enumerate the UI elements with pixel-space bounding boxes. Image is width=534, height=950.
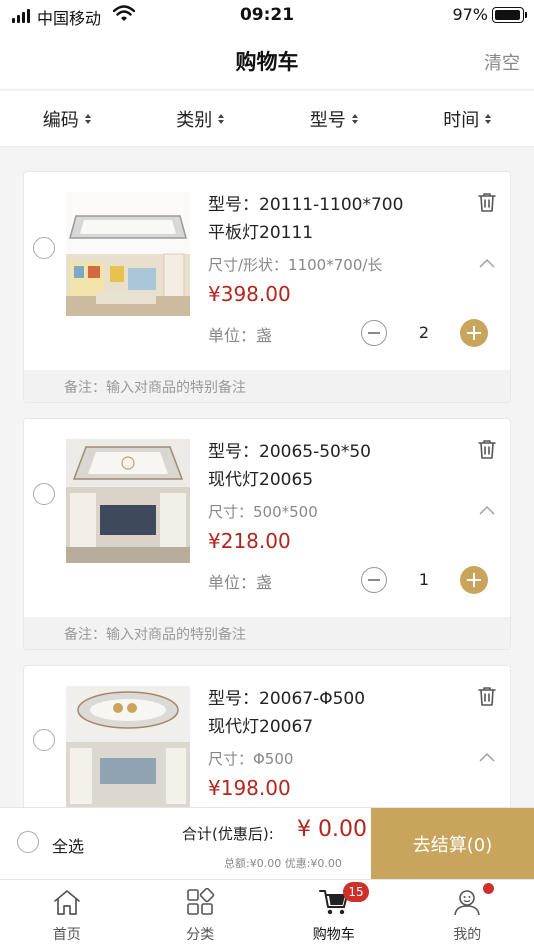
trash-icon[interactable] — [478, 686, 496, 710]
tab-label: 我的 — [453, 927, 482, 943]
home-icon — [52, 888, 82, 920]
item-select-checkbox[interactable] — [33, 729, 55, 751]
category-icon — [185, 887, 215, 920]
checkout-bar: 全选 合计(优惠后): ¥ 0.00 总额:¥0.00 优惠:¥0.00 去结算… — [0, 807, 534, 880]
round-ceiling-lamp-photo[interactable] — [66, 686, 190, 807]
item-select-checkbox[interactable] — [33, 237, 55, 259]
item-note-input[interactable]: 备注：输入对商品的特别备注 — [24, 617, 510, 649]
product-name[interactable]: 现代灯20065 — [208, 465, 313, 490]
product-name[interactable]: 平板灯20111 — [208, 218, 313, 243]
battery-percent: 97% — [452, 5, 488, 24]
tab-profile[interactable]: 我的 — [401, 880, 534, 950]
tab-label: 首页 — [52, 927, 81, 943]
sort-arrows-icon — [84, 113, 91, 124]
chevron-up-icon[interactable] — [478, 254, 496, 273]
cart-item: 型号：20111-1100*700 平板灯20111 尺寸/形状：1100*70… — [23, 171, 511, 403]
sort-arrows-icon — [351, 113, 358, 124]
checkout-button[interactable]: 去结算(0) — [371, 808, 534, 880]
item-note-input[interactable]: 备注：输入对商品的特别备注 — [24, 370, 510, 402]
total-detail: 总额:¥0.00 优惠:¥0.00 — [224, 857, 342, 870]
cart-count-badge: 15 — [343, 882, 369, 902]
product-size: 尺寸/形状：1100*700/长 — [208, 256, 383, 274]
increase-quantity-button[interactable] — [460, 566, 488, 594]
select-all-label[interactable]: 全选 — [52, 833, 84, 857]
product-model: 型号：20111-1100*700 — [208, 195, 404, 215]
product-unit: 单位：盏 — [208, 573, 273, 592]
page-title: 购物车 — [235, 50, 299, 74]
increase-quantity-button[interactable] — [460, 319, 488, 347]
tab-label: 分类 — [186, 927, 215, 943]
sort-by-model[interactable]: 型号 — [267, 91, 401, 146]
product-name[interactable]: 现代灯20067 — [208, 712, 313, 737]
sort-label: 型号 — [309, 109, 346, 131]
profile-icon — [452, 888, 482, 920]
decrease-quantity-button[interactable] — [361, 567, 387, 593]
square-ceiling-lamp-photo[interactable] — [66, 439, 190, 563]
cart-item: 型号：20065-50*50 现代灯20065 尺寸：500*500 ¥218.… — [23, 418, 511, 650]
status-bar: 中国移动 09:21 97% — [0, 0, 534, 32]
sort-label: 编码 — [42, 109, 79, 131]
chevron-up-icon[interactable] — [478, 748, 496, 767]
notification-dot — [482, 883, 494, 894]
product-price: ¥218.00 — [208, 529, 291, 553]
product-price: ¥398.00 — [208, 282, 291, 306]
product-unit: 单位：盏 — [208, 326, 273, 345]
tab-cart[interactable]: 15 购物车 — [267, 880, 401, 950]
decrease-quantity-button[interactable] — [361, 320, 387, 346]
total-amount: ¥ 0.00 — [297, 817, 367, 842]
item-select-checkbox[interactable] — [33, 483, 55, 505]
battery-icon — [492, 7, 527, 23]
select-all-checkbox[interactable] — [17, 831, 39, 853]
product-price: ¥198.00 — [208, 776, 291, 800]
sort-label: 时间 — [443, 109, 480, 131]
product-model: 型号：20065-50*50 — [208, 442, 371, 462]
chevron-up-icon[interactable] — [478, 501, 496, 520]
quantity-value: 2 — [418, 323, 430, 342]
sort-bar: 编码 类别 型号 时间 — [0, 91, 534, 147]
trash-icon[interactable] — [478, 439, 496, 463]
product-size: 尺寸：500*500 — [208, 503, 318, 521]
sort-label: 类别 — [176, 109, 213, 131]
nav-bar: 购物车 清空 — [0, 32, 534, 90]
sort-by-time[interactable]: 时间 — [401, 91, 534, 146]
sort-by-code[interactable]: 编码 — [0, 91, 134, 146]
sort-arrows-icon — [485, 113, 492, 124]
quantity-value: 1 — [418, 570, 430, 589]
cart-list[interactable]: 型号：20111-1100*700 平板灯20111 尺寸/形状：1100*70… — [0, 147, 534, 807]
total-label: 合计(优惠后): — [182, 825, 274, 843]
tab-home[interactable]: 首页 — [0, 880, 134, 950]
trash-icon[interactable] — [478, 192, 496, 216]
tab-category[interactable]: 分类 — [134, 880, 268, 950]
rectangular-ceiling-lamp-photo[interactable] — [66, 192, 190, 316]
cart-item: 型号：20067-Φ500 现代灯20067 尺寸：Φ500 ¥198.00 — [23, 665, 511, 807]
product-model: 型号：20067-Φ500 — [208, 689, 366, 709]
product-size: 尺寸：Φ500 — [208, 750, 294, 768]
sort-by-category[interactable]: 类别 — [134, 91, 268, 146]
tab-label: 购物车 — [312, 927, 355, 943]
tab-bar: 首页 分类 15 购物车 我的 — [0, 879, 534, 950]
clear-cart-button[interactable]: 清空 — [484, 49, 520, 75]
sort-arrows-icon — [218, 113, 225, 124]
